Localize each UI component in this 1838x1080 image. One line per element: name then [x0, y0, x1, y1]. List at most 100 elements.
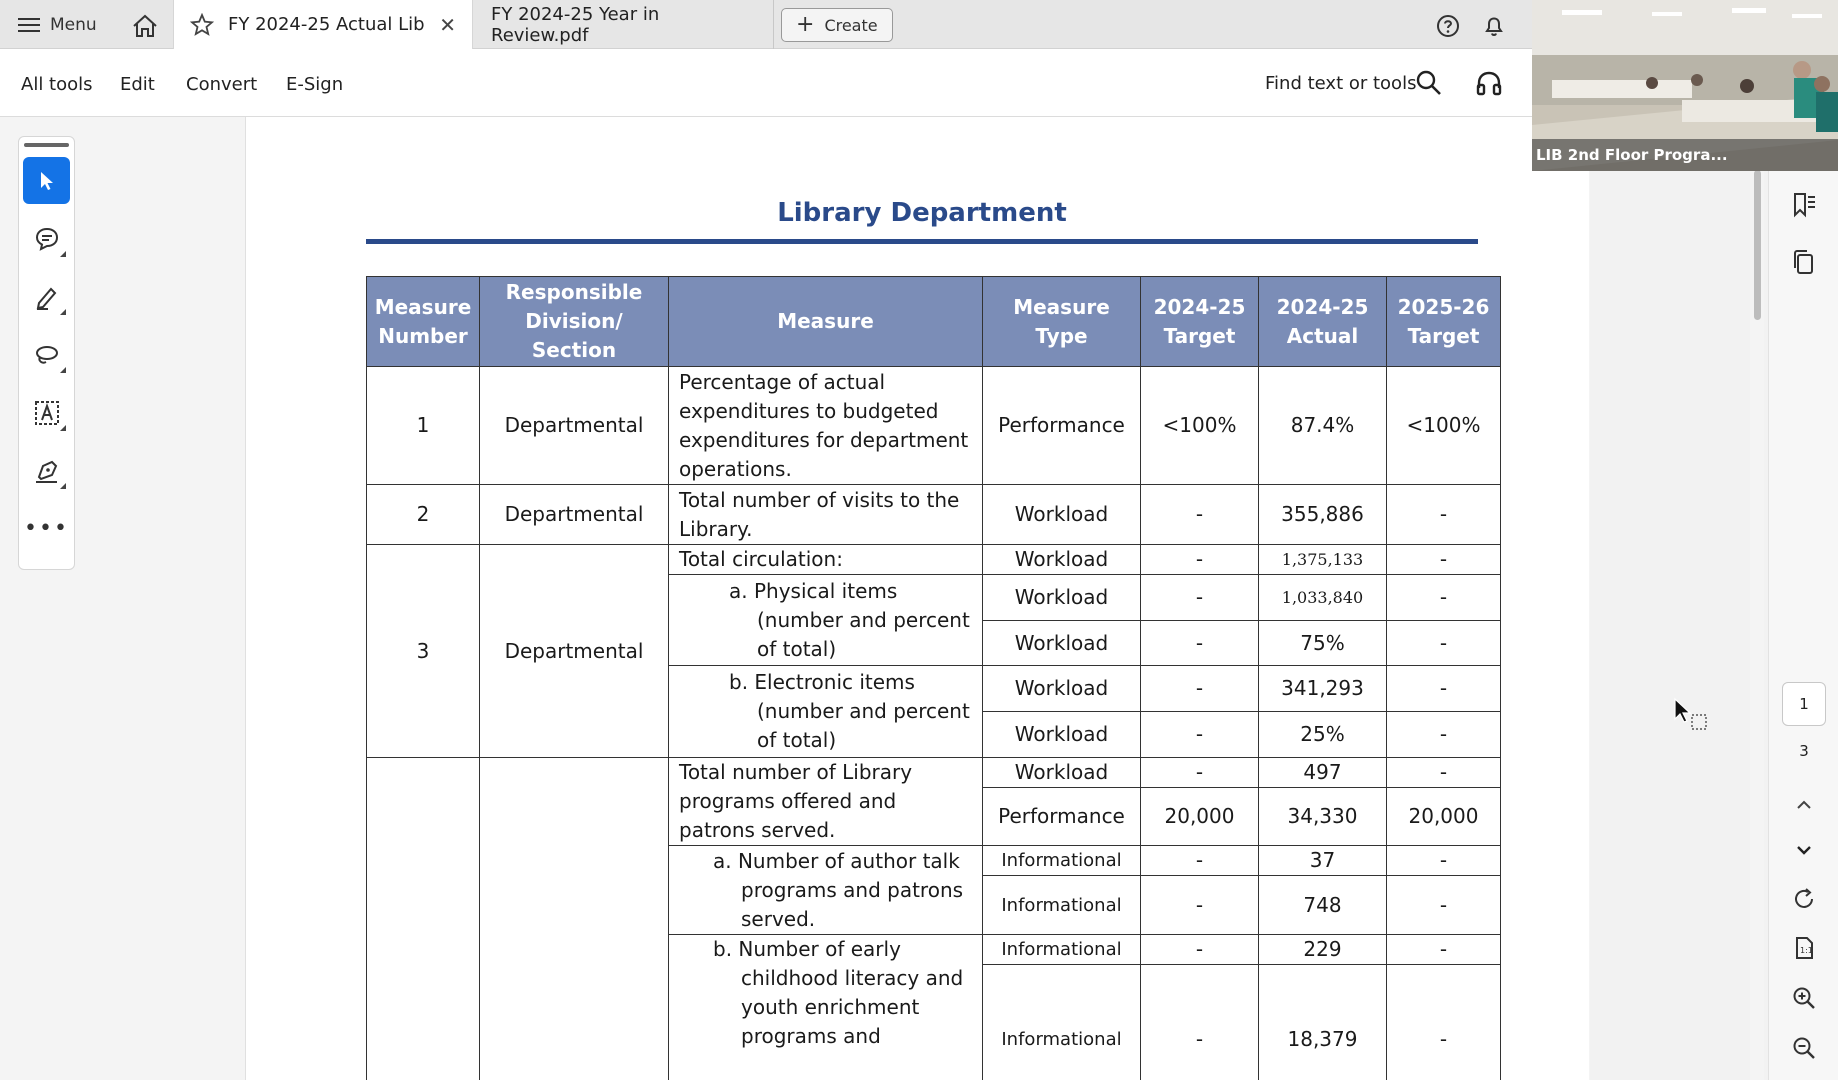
measure-number: 3 — [366, 544, 480, 758]
home-icon — [133, 14, 157, 37]
highlight-tool[interactable] — [23, 273, 70, 320]
target-2025-26: - — [1386, 665, 1501, 712]
rotate-button[interactable] — [1789, 884, 1819, 914]
main-toolbar: All tools Edit Convert E-Sign Find text … — [0, 49, 1532, 117]
zoom-in-button[interactable] — [1789, 983, 1819, 1013]
target-2024-25: - — [1140, 484, 1259, 545]
notifications-button[interactable] — [1480, 12, 1508, 40]
measure-type: Informational — [982, 964, 1141, 1080]
star-icon[interactable] — [190, 12, 214, 37]
column-header: Measure — [668, 276, 983, 367]
zoom-out-button[interactable] — [1789, 1033, 1819, 1063]
actual-2024-25: 341,293 — [1258, 665, 1387, 712]
select-tool[interactable] — [23, 157, 70, 204]
pen-icon — [36, 287, 56, 310]
division: Departmental — [479, 366, 669, 485]
cursor-arrow-icon — [40, 171, 53, 190]
video-participant-label: LIB 2nd Floor Progra... — [1532, 139, 1838, 171]
target-2025-26: - — [1386, 544, 1501, 575]
total-pages: 3 — [1799, 742, 1809, 760]
rotate-icon — [1795, 888, 1813, 908]
measure-type: Performance — [982, 787, 1141, 846]
target-2025-26: - — [1386, 964, 1501, 1080]
find-text-or-tools[interactable]: Find text or tools — [1265, 73, 1416, 94]
measure-number: 2 — [366, 484, 480, 545]
title-underline — [366, 239, 1478, 244]
right-rail: 1 3 1:1 — [1768, 170, 1838, 1080]
vertical-scrollbar-thumb[interactable] — [1754, 170, 1761, 320]
table-row: Total number of Library programs offered… — [366, 757, 1501, 1080]
measure-type: Informational — [982, 875, 1141, 935]
actual-2024-25: 75% — [1258, 620, 1387, 666]
convert-link[interactable]: Convert — [186, 74, 257, 95]
target-2025-26: - — [1386, 845, 1501, 876]
target-2025-26: - — [1386, 757, 1501, 788]
chevron-up-icon — [1797, 800, 1811, 809]
table-row: 3 Departmental Total circulation: Worklo… — [366, 544, 1501, 758]
zoom-out-icon — [1793, 1037, 1815, 1059]
text-box-tool[interactable] — [23, 389, 70, 436]
target-2025-26: - — [1386, 934, 1501, 965]
next-page-button[interactable] — [1789, 835, 1819, 865]
search-icon[interactable] — [1414, 68, 1444, 98]
drag-handle[interactable] — [24, 143, 69, 147]
bookmarks-button[interactable] — [1789, 190, 1819, 220]
help-icon — [1437, 15, 1459, 37]
column-header: Measure Type — [982, 276, 1141, 367]
zoom-in-icon — [1793, 987, 1815, 1009]
pages-button[interactable] — [1789, 247, 1819, 277]
more-tools-button[interactable]: ••• — [23, 505, 70, 552]
edit-link[interactable]: Edit — [120, 74, 155, 95]
actual-2024-25: 1,375,133 — [1258, 544, 1387, 575]
comment-tool[interactable] — [23, 215, 70, 262]
all-tools-link[interactable]: All tools — [21, 74, 93, 95]
more-icon: ••• — [24, 516, 69, 541]
close-icon[interactable]: ✕ — [439, 13, 456, 37]
sign-tool[interactable] — [23, 447, 70, 494]
target-2024-25: - — [1140, 757, 1259, 788]
actual-2024-25: 25% — [1258, 711, 1387, 758]
create-button[interactable]: + Create — [781, 8, 893, 42]
measure-text: Total number of visits to the Library. — [668, 484, 983, 545]
actual-2024-25: 748 — [1258, 875, 1387, 935]
page-fit-icon: 1:1 — [1796, 937, 1813, 959]
column-header: Responsible Division/ Section — [479, 276, 669, 367]
current-page-input[interactable]: 1 — [1782, 682, 1826, 726]
actual-2024-25: 355,886 — [1258, 484, 1387, 545]
svg-text:1:1: 1:1 — [1800, 946, 1813, 955]
draw-tool[interactable] — [23, 331, 70, 378]
home-button[interactable] — [130, 11, 160, 41]
lasso-icon — [35, 345, 58, 364]
document-viewer[interactable]: Library Department Measure Number Respon… — [246, 117, 1590, 1080]
target-2025-26: <100% — [1386, 366, 1501, 485]
tab-actual-library[interactable]: FY 2024-25 Actual Libr... ✕ — [173, 0, 473, 49]
esign-link[interactable]: E-Sign — [286, 74, 343, 95]
measure-text: Total circulation: — [668, 544, 983, 575]
tab-year-in-review[interactable]: FY 2024-25 Year in Review.pdf — [474, 0, 774, 49]
measure-type: Workload — [982, 711, 1141, 758]
previous-page-button[interactable] — [1789, 790, 1819, 820]
help-button[interactable] — [1434, 12, 1462, 40]
actual-2024-25: 18,379 — [1258, 964, 1387, 1080]
column-header: 2024-25 Actual — [1258, 276, 1387, 367]
target-2025-26: - — [1386, 484, 1501, 545]
menu-button[interactable]: Menu — [18, 10, 97, 40]
page-view-button[interactable]: 1:1 — [1789, 933, 1819, 963]
measure-text: a. Number of author talk programs and pa… — [668, 845, 983, 935]
target-2024-25: - — [1140, 574, 1259, 621]
text-box-icon — [34, 400, 59, 425]
video-call-thumbnail[interactable]: LIB 2nd Floor Progra... — [1532, 0, 1838, 171]
signature-pen-icon — [35, 460, 57, 483]
division — [479, 757, 669, 1080]
left-tools-panel: ••• — [0, 117, 246, 1080]
bookmark-icon — [1794, 193, 1815, 218]
measure-number — [366, 757, 480, 1080]
plus-icon: + — [796, 12, 815, 37]
measure-type: Informational — [982, 845, 1141, 876]
target-2024-25: - — [1140, 665, 1259, 712]
headset-icon[interactable] — [1474, 69, 1504, 99]
measure-type: Workload — [982, 665, 1141, 712]
target-2024-25: - — [1140, 934, 1259, 965]
actual-2024-25: 1,033,840 — [1258, 574, 1387, 621]
target-2025-26: - — [1386, 875, 1501, 935]
